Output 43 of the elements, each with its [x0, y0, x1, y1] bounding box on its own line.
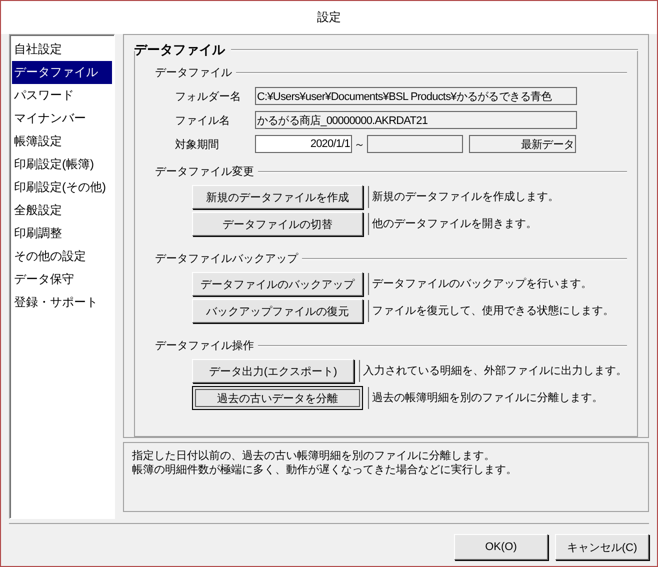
field-label: フォルダー名: [175, 90, 242, 104]
file-name-field[interactable]: かるがる商店_00000000.AKRDAT21: [255, 111, 577, 129]
category-item[interactable]: 印刷設定(帳簿): [12, 153, 112, 176]
section-title: データファイルバックアップ: [155, 252, 300, 266]
range-separator: ～: [354, 138, 365, 152]
action-button[interactable]: データファイルの切替: [192, 212, 363, 236]
category-item[interactable]: 印刷調整: [12, 222, 112, 245]
field-label: 対象期間: [175, 138, 220, 152]
action-button[interactable]: バックアップファイルの復元: [192, 299, 363, 323]
category-item[interactable]: データ保守: [12, 268, 112, 291]
action-description: ファイルを復元して、使用できる状態にします。: [368, 300, 614, 322]
category-item[interactable]: パスワード: [12, 84, 112, 107]
action-description: 他のデータファイルを開きます。: [368, 213, 537, 235]
folder-field[interactable]: C:¥Users¥user¥Documents¥BSL Products¥かるがるできる青色: [255, 87, 577, 105]
section-title: データファイル操作: [155, 339, 255, 353]
category-item[interactable]: 帳簿設定: [12, 130, 112, 153]
field-label: ファイル名: [175, 114, 231, 128]
category-item[interactable]: その他の設定: [12, 245, 112, 268]
category-item[interactable]: 全般設定: [12, 199, 112, 222]
cancel-button[interactable]: キャンセル(C): [555, 534, 649, 560]
help-text: 帳簿の明細件数が極端に多く、動作が遅くなってきた場合などに実行します。: [132, 463, 518, 477]
end-value-field[interactable]: 最新データ: [469, 135, 576, 153]
group-title: データファイル: [134, 41, 226, 59]
action-button[interactable]: 新規のデータファイルを作成: [192, 185, 363, 209]
category-item[interactable]: 登録・サポート: [12, 291, 112, 314]
action-description: 新規のデータファイルを作成します。: [368, 186, 559, 208]
action-description: データファイルのバックアップを行います。: [368, 273, 592, 295]
action-button[interactable]: データファイルのバックアップ: [192, 272, 363, 296]
action-description: 過去の帳簿明細を別のファイルに分離します。: [368, 387, 603, 409]
category-item[interactable]: 自社設定: [12, 38, 112, 61]
action-button[interactable]: データ出力(エクスポート): [192, 359, 354, 383]
help-text: 指定した日付以前の、過去の古い帳簿明細を別のファイルに分離します。: [132, 449, 496, 463]
section-title: データファイル: [155, 66, 233, 80]
category-item[interactable]: マイナンバー: [12, 107, 112, 130]
action-description: 入力されている明細を、外部ファイルに出力します。: [359, 360, 627, 382]
ok-button[interactable]: OK(O): [454, 534, 548, 560]
category-item[interactable]: 印刷設定(その他): [12, 176, 112, 199]
window-title: 設定: [317, 8, 341, 26]
end-date-field[interactable]: [367, 135, 463, 153]
action-button[interactable]: 過去の古いデータを分離: [192, 386, 363, 410]
start-date-field[interactable]: 2020/1/1: [255, 135, 352, 153]
section-title: データファイル変更: [155, 164, 255, 179]
category-item[interactable]: データファイル: [12, 61, 112, 84]
